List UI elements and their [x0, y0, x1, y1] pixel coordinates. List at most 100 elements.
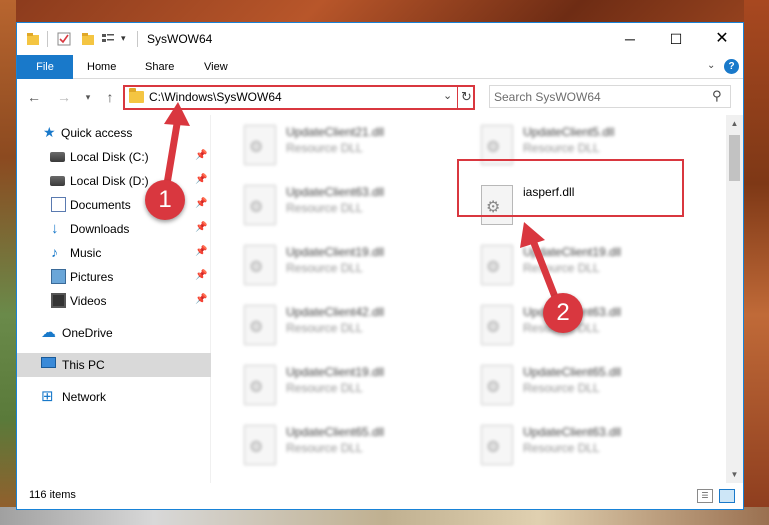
- sidebar-item-network[interactable]: ⊞ Network: [17, 385, 211, 409]
- sidebar-item-label: Pictures: [70, 270, 114, 284]
- file-name: UpdateClient19.dll: [286, 365, 385, 379]
- file-name: UpdateClient63.dll: [523, 425, 622, 439]
- address-history-chevron-icon[interactable]: ⌄: [443, 89, 452, 102]
- sidebar-item-label: OneDrive: [62, 326, 113, 340]
- sidebar-item-pictures[interactable]: Pictures 📌: [17, 265, 211, 289]
- close-button[interactable]: ✕: [699, 23, 745, 55]
- dll-file-icon: [481, 425, 513, 465]
- pictures-icon: [51, 269, 66, 284]
- dll-file-icon: [481, 305, 513, 345]
- large-icons-view-icon[interactable]: [719, 489, 735, 503]
- file-item[interactable]: UpdateClient63.dll Resource DLL: [475, 301, 695, 357]
- file-item[interactable]: UpdateClient19.dll Resource DLL: [238, 241, 458, 297]
- forward-arrow-icon[interactable]: →: [55, 88, 73, 106]
- videos-icon: [51, 293, 66, 308]
- expand-ribbon-chevron-icon[interactable]: ⌄: [707, 60, 715, 71]
- address-path: C:\Windows\SysWOW64: [149, 90, 282, 104]
- tab-share[interactable]: Share: [145, 55, 174, 79]
- star-icon: ★: [43, 124, 56, 140]
- properties-icon[interactable]: [57, 32, 71, 46]
- scroll-up-arrow-icon[interactable]: ▲: [726, 115, 743, 132]
- computer-icon: [41, 357, 56, 368]
- file-item[interactable]: UpdateClient63.dll Resource DLL: [238, 181, 458, 237]
- file-type: Resource DLL: [286, 141, 363, 155]
- sidebar-item-videos[interactable]: Videos 📌: [17, 289, 211, 313]
- pin-icon[interactable]: 📌: [195, 198, 207, 209]
- pin-icon[interactable]: 📌: [195, 246, 207, 257]
- up-arrow-icon[interactable]: ↑: [101, 88, 119, 106]
- file-type: Resource DLL: [286, 381, 363, 395]
- sidebar-item-downloads[interactable]: ↓ Downloads 📌: [17, 217, 211, 241]
- pin-icon[interactable]: 📌: [195, 150, 207, 161]
- folder-icon[interactable]: [26, 32, 40, 46]
- sidebar-item-this-pc[interactable]: This PC: [17, 353, 211, 377]
- sidebar-item-label: Music: [70, 246, 102, 260]
- sidebar-item-label: Network: [62, 390, 107, 404]
- help-icon[interactable]: ?: [724, 59, 739, 74]
- file-item[interactable]: UpdateClient65.dll Resource DLL: [238, 421, 458, 477]
- search-input[interactable]: [494, 88, 704, 105]
- new-folder-icon[interactable]: [81, 32, 95, 46]
- scrollbar-thumb[interactable]: [729, 135, 740, 181]
- file-type: Resource DLL: [523, 141, 600, 155]
- title-separator: [137, 31, 138, 47]
- refresh-icon[interactable]: ↻: [461, 89, 472, 105]
- back-arrow-icon[interactable]: ←: [25, 88, 43, 106]
- tab-home[interactable]: Home: [87, 55, 116, 79]
- maximize-button[interactable]: ☐: [653, 23, 699, 55]
- file-type: Resource DLL: [286, 441, 363, 455]
- sidebar-item-quick-access[interactable]: ★ Quick access: [17, 121, 211, 145]
- file-item[interactable]: UpdateClient65.dll Resource DLL: [475, 361, 695, 417]
- pin-icon[interactable]: 📌: [195, 294, 207, 305]
- sidebar-item-music[interactable]: ♪ Music 📌: [17, 241, 211, 265]
- pin-icon[interactable]: 📌: [195, 270, 207, 281]
- dll-file-icon: [481, 245, 513, 285]
- dll-file-icon: [244, 125, 276, 165]
- customize-toolbar-dropdown[interactable]: ▾: [121, 33, 126, 44]
- vertical-scrollbar[interactable]: ▲ ▼: [726, 115, 743, 483]
- address-bar[interactable]: C:\Windows\SysWOW64 ⌄ ↻: [123, 85, 475, 110]
- dll-file-icon: [244, 185, 276, 225]
- sidebar-item-label: Videos: [70, 294, 107, 308]
- step-1-callout: 1: [145, 180, 185, 220]
- minimize-button[interactable]: ─: [607, 23, 653, 55]
- file-item[interactable]: UpdateClient63.dll Resource DLL: [475, 421, 695, 477]
- search-icon[interactable]: ⚲: [712, 88, 722, 104]
- tab-view[interactable]: View: [204, 55, 228, 79]
- sidebar-item-label: Downloads: [70, 222, 130, 236]
- toolbar-separator: [47, 31, 48, 47]
- file-name: UpdateClient65.dll: [523, 365, 622, 379]
- view-options-icon[interactable]: [101, 32, 115, 46]
- file-explorer-window: ▾ SysWOW64 ─ ☐ ✕ File Home Share View ⌄ …: [16, 22, 744, 510]
- address-separator: [457, 87, 458, 108]
- pin-icon[interactable]: 📌: [195, 174, 207, 185]
- file-item[interactable]: UpdateClient19.dll Resource DLL: [238, 361, 458, 417]
- drive-icon: [50, 176, 65, 186]
- navigation-bar: ← → ▾ ↑ C:\Windows\SysWOW64 ⌄ ↻ ⚲: [17, 80, 743, 114]
- file-item[interactable]: UpdateClient21.dll Resource DLL: [238, 121, 458, 177]
- sidebar-item-local-disk-c[interactable]: Local Disk (C:) 📌: [17, 145, 211, 169]
- scroll-down-arrow-icon[interactable]: ▼: [726, 466, 743, 483]
- file-name: UpdateClient65.dll: [286, 425, 385, 439]
- item-count: 116 items: [29, 489, 76, 501]
- recent-locations-chevron-icon[interactable]: ▾: [79, 88, 97, 106]
- tab-file[interactable]: File: [17, 55, 73, 79]
- status-bar: 116 items ☰: [17, 483, 743, 509]
- documents-icon: [51, 197, 66, 212]
- music-icon: ♪: [51, 244, 58, 260]
- sidebar-item-label: Quick access: [61, 126, 133, 140]
- sidebar-item-label: Local Disk (C:): [70, 150, 149, 164]
- pin-icon[interactable]: 📌: [195, 222, 207, 233]
- file-item[interactable]: UpdateClient19.dll Resource DLL: [475, 241, 695, 297]
- sidebar-item-onedrive[interactable]: ☁ OneDrive: [17, 321, 211, 345]
- desktop-wallpaper-left: [0, 0, 16, 525]
- file-type: Resource DLL: [523, 261, 600, 275]
- cloud-icon: ☁: [41, 324, 56, 341]
- details-view-icon[interactable]: ☰: [697, 489, 713, 503]
- file-item[interactable]: UpdateClient42.dll Resource DLL: [238, 301, 458, 357]
- file-type: Resource DLL: [523, 381, 600, 395]
- network-icon: ⊞: [41, 388, 54, 405]
- navigation-pane: ★ Quick access Local Disk (C:) 📌 Local D…: [17, 115, 211, 483]
- file-type: Resource DLL: [286, 261, 363, 275]
- dll-file-icon: [481, 365, 513, 405]
